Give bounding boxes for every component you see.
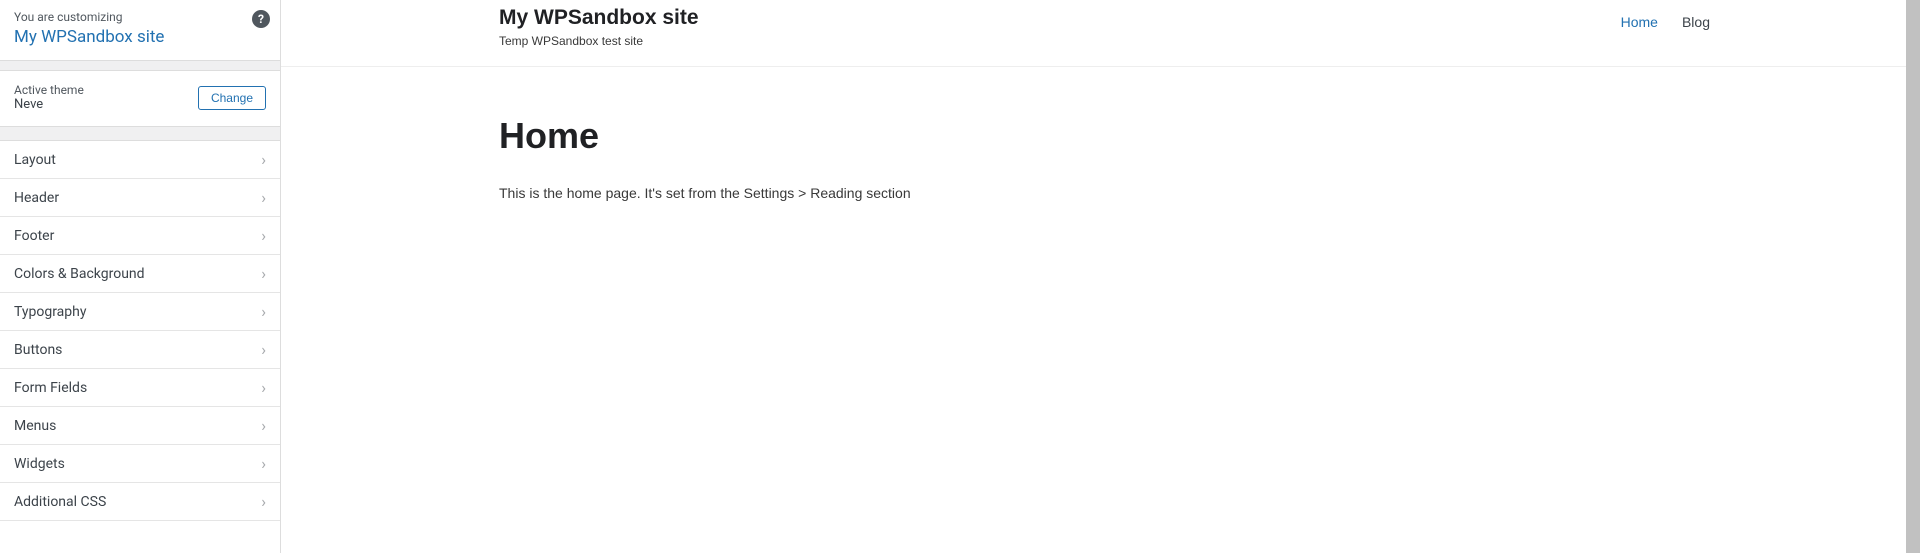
chevron-right-icon: › — [261, 150, 266, 169]
preview-scrollbar-thumb[interactable] — [1906, 0, 1920, 553]
chevron-right-icon: › — [261, 226, 266, 245]
menu-item-label: Typography — [14, 304, 86, 320]
menu-item-additional-css[interactable]: Additional CSS › — [0, 483, 280, 521]
menu-item-label: Menus — [14, 418, 56, 434]
menu-item-label: Form Fields — [14, 380, 87, 396]
customizer-menu-list: Layout › Header › Footer › Colors & Back… — [0, 141, 280, 521]
preview-area: My WPSandbox site Temp WPSandbox test si… — [281, 0, 1920, 553]
chevron-right-icon: › — [261, 378, 266, 397]
chevron-right-icon: › — [261, 302, 266, 321]
preview-nav: Home Blog — [1621, 6, 1710, 30]
change-theme-button[interactable]: Change — [198, 86, 266, 110]
menu-item-widgets[interactable]: Widgets › — [0, 445, 280, 483]
page-body: This is the home page. It's set from the… — [499, 185, 1702, 201]
menu-item-label: Colors & Background — [14, 266, 145, 282]
menu-item-typography[interactable]: Typography › — [0, 293, 280, 331]
preview-header: My WPSandbox site Temp WPSandbox test si… — [281, 0, 1920, 67]
preview-site-title[interactable]: My WPSandbox site — [499, 6, 699, 30]
theme-section: Active theme Neve Change — [0, 71, 280, 127]
menu-item-label: Layout — [14, 152, 56, 168]
preview-tagline: Temp WPSandbox test site — [499, 34, 699, 48]
spacer — [0, 61, 280, 71]
menu-item-layout[interactable]: Layout › — [0, 141, 280, 179]
customizing-label: You are customizing — [14, 10, 266, 24]
menu-item-label: Footer — [14, 228, 54, 244]
spacer — [0, 127, 280, 141]
chevron-right-icon: › — [261, 264, 266, 283]
menu-item-header[interactable]: Header › — [0, 179, 280, 217]
nav-item-home[interactable]: Home — [1621, 14, 1658, 30]
preview-scrollbar[interactable] — [1906, 0, 1920, 553]
chevron-right-icon: › — [261, 340, 266, 359]
chevron-right-icon: › — [261, 492, 266, 511]
chevron-right-icon: › — [261, 188, 266, 207]
customizing-header: You are customizing My WPSandbox site ? — [0, 0, 280, 61]
menu-item-form-fields[interactable]: Form Fields › — [0, 369, 280, 407]
customizer-sidebar: You are customizing My WPSandbox site ? … — [0, 0, 281, 553]
chevron-right-icon: › — [261, 454, 266, 473]
chevron-right-icon: › — [261, 416, 266, 435]
site-name: My WPSandbox site — [14, 26, 266, 48]
menu-item-menus[interactable]: Menus › — [0, 407, 280, 445]
menu-item-label: Header — [14, 190, 59, 206]
menu-item-label: Widgets — [14, 456, 65, 472]
nav-item-blog[interactable]: Blog — [1682, 14, 1710, 30]
menu-item-label: Additional CSS — [14, 494, 106, 510]
menu-item-footer[interactable]: Footer › — [0, 217, 280, 255]
menu-item-buttons[interactable]: Buttons › — [0, 331, 280, 369]
preview-content: Home This is the home page. It's set fro… — [281, 67, 1920, 249]
help-icon[interactable]: ? — [252, 10, 270, 28]
preview-branding: My WPSandbox site Temp WPSandbox test si… — [499, 6, 699, 48]
menu-item-colors-background[interactable]: Colors & Background › — [0, 255, 280, 293]
theme-info: Active theme Neve — [14, 83, 84, 112]
page-title: Home — [499, 115, 1702, 157]
theme-name: Neve — [14, 97, 84, 112]
active-theme-label: Active theme — [14, 83, 84, 97]
menu-item-label: Buttons — [14, 342, 62, 358]
